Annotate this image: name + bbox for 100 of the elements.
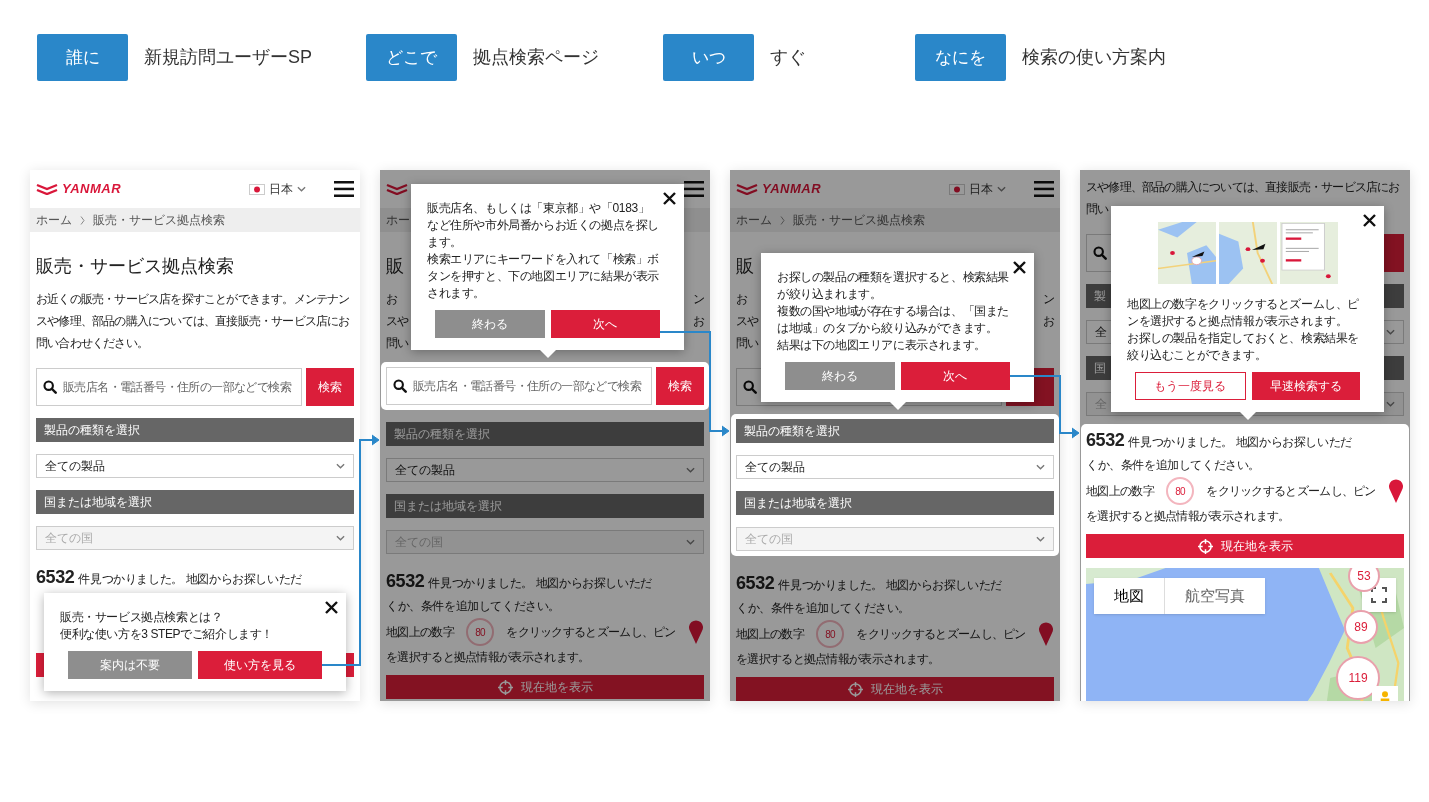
popup-text: 結果は下の地図エリアに表示されます。 [777,337,987,354]
cluster-marker: 80 [466,618,495,646]
description-text: お [692,313,704,330]
page-title: 販 [736,255,754,278]
crosshair-icon [497,679,513,695]
hint-text: を選択すると拠点情報が表示されます。 [736,651,940,668]
description-text: お [736,291,748,308]
logo-icon [36,183,58,195]
popup-button[interactable]: 早速検索する [1251,372,1360,400]
chevron-right-icon [780,215,785,225]
chevron-down-icon [1386,329,1395,335]
country-label[interactable]: 日本 [969,180,993,198]
section-heading: 国または地域を選択 [36,490,354,514]
chevron-down-icon [686,539,695,545]
chevron-down-icon [1386,401,1395,407]
country-label[interactable]: 日本 [269,180,293,198]
breadcrumb-link[interactable]: ホー [386,211,410,229]
label-badge: どこで [366,34,457,81]
hint-text: を選択すると拠点情報が表示されます。 [1086,508,1290,525]
description-text: スや [736,313,759,330]
crosshair-icon [1197,538,1213,554]
page-title: 販 [386,255,404,278]
close-icon[interactable] [325,601,338,614]
flag-icon [949,183,965,195]
cluster-marker: 80 [816,620,845,648]
popup-button[interactable]: 終わる [785,362,895,390]
chevron-down-icon [336,463,345,469]
description-text: ン [692,291,704,308]
description-text: お [1042,313,1054,330]
select-field[interactable]: 全ての製品 [736,455,1054,479]
description-text: お近くの販売・サービス店を探すことができます。メンテナン [36,291,350,308]
popup-button[interactable]: 案内は不要 [68,651,192,679]
close-icon[interactable] [1013,261,1026,274]
crosshair-icon [847,681,863,697]
close-icon[interactable] [1363,214,1376,227]
chevron-down-icon [297,186,306,192]
connector-arrow [1009,375,1080,439]
results-text: 6532 件見つかりました。 地図からお探しいただ [36,566,302,589]
results-text: 6532 件見つかりました。 地図からお探しいただ くか、条件を追加してください。 [386,570,652,615]
search-field[interactable]: 販売店名・電話番号・住所の一部などで検索 [386,367,652,405]
search-icon [43,380,57,394]
breadcrumb-link[interactable]: ホーム [736,211,772,229]
breadcrumb-link[interactable]: 販売・サービス拠点検索 [93,211,225,229]
logo-icon [736,183,758,195]
section-heading: 製品の種類を選択 [36,418,354,442]
popup-text: 便利な使い方を3 STEPでご紹介します！ [60,626,274,643]
map-pin-icon [1388,479,1404,503]
results-text: 6532 件見つかりました。 地図からお探しいただ くか、条件を追加してください。 [1086,429,1352,474]
breadcrumb-link[interactable]: ホーム [36,211,72,229]
hint-text: 地図上の数字 [736,626,804,643]
popup-text: 販売店名、もしくは「東京都」や「0183」など住所や市外局番からお近くの拠点を探します。 [427,200,660,251]
flag-icon [249,183,265,195]
breadcrumb-link[interactable]: 販売・サービス拠点検索 [793,211,925,229]
cluster-marker: 80 [1166,477,1195,505]
description-text: 問い合わせください。 [36,335,148,352]
popup-text: 複数の国や地域が存在する場合は、「国または地域」のタブから絞り込みができます。 [777,303,1010,337]
brand-logo: YANMAR [762,180,822,199]
search-button[interactable]: 検索 [306,368,354,406]
locate-button[interactable]: 現在地を表示 [386,675,704,699]
locate-button[interactable]: 現在地を表示 [1086,534,1404,558]
select-field[interactable]: 全ての製品 [386,458,704,482]
map-pin-icon [688,620,704,644]
menu-icon[interactable] [684,181,704,197]
fullscreen-icon [1371,587,1387,603]
map-pin-icon [1038,622,1054,646]
popup-button[interactable]: もう一度見る [1135,372,1246,400]
logo-icon [386,183,408,195]
description-text: スや [386,313,409,330]
select-field[interactable]: 全ての製品 [36,454,354,478]
description-text: 問い [386,335,409,352]
criteria-value: 新規訪問ユーザーSP [144,46,312,69]
label-badge: なにを [915,34,1006,81]
search-field[interactable]: 販売店名・電話番号・住所の一部などで検索 [36,368,302,406]
page-title: 販売・サービス拠点検索 [36,255,234,278]
popup-text: お探しの製品の種類を選択すると、検索結果が絞り込まれます。 [777,269,1010,303]
menu-icon[interactable] [1034,181,1054,197]
map-type-tab[interactable]: 地図 [1094,578,1164,614]
popup-button[interactable]: 使い方を見る [198,651,322,679]
close-icon[interactable] [663,192,676,205]
description-text: ン [1042,291,1054,308]
results-text: 6532 件見つかりました。 地図からお探しいただ くか、条件を追加してください。 [736,572,1002,617]
popup-button[interactable]: 次へ [550,310,660,338]
section-heading: 製品の種類を選択 [386,422,704,446]
chevron-down-icon [997,186,1006,192]
chevron-down-icon [686,467,695,473]
description-text: スや修理、部品の購入については、直接販売・サービス店にお [36,313,350,330]
popup-button[interactable]: 終わる [435,310,545,338]
label-badge: いつ [663,34,754,81]
hint-text: をクリックするとズームし、ピン [506,624,676,641]
map-type-tab[interactable]: 航空写真 [1164,578,1265,614]
section-heading: 製品の種類を選択 [736,419,1054,443]
hint-text: 地図上の数字 [386,624,454,641]
search-button[interactable]: 検索 [656,367,704,405]
criteria-value: 拠点検索ページ [473,46,599,69]
popup-button[interactable]: 次へ [900,362,1010,390]
section-heading: 国または地域を選択 [386,494,704,518]
search-icon [1093,246,1107,260]
locate-button[interactable]: 現在地を表示 [736,677,1054,701]
menu-icon[interactable] [334,181,354,197]
cluster-marker[interactable]: 53 [1348,568,1380,592]
